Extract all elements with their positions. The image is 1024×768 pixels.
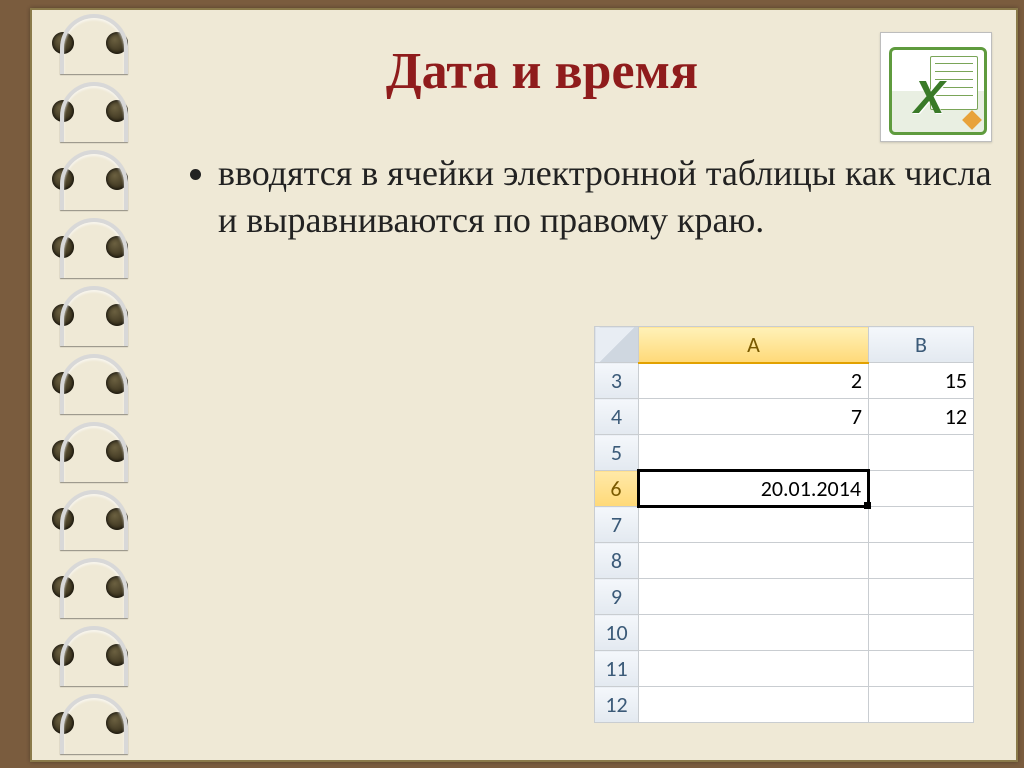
slide-title: Дата и время <box>192 42 892 101</box>
row-header: 11 <box>595 651 639 687</box>
excel-corner-flap <box>962 110 982 130</box>
select-all-corner <box>595 327 639 363</box>
row-header-active: 6 <box>595 471 639 507</box>
slide-body: вводятся в ячейки электронной таблицы ка… <box>182 150 1002 244</box>
column-header-B: B <box>869 327 974 363</box>
cell-B8 <box>869 543 974 579</box>
row-header: 10 <box>595 615 639 651</box>
bullet-item: вводятся в ячейки электронной таблицы ка… <box>218 150 1002 244</box>
row-header: 5 <box>595 435 639 471</box>
cell-A8 <box>639 543 869 579</box>
cell-B3: 15 <box>869 363 974 399</box>
slide-page: X Дата и время вводятся в ячейки электро… <box>30 8 1018 762</box>
row-header: 12 <box>595 687 639 723</box>
cell-A6-active: 20.01.2014 <box>639 471 869 507</box>
excel-book-shape: X <box>889 47 987 135</box>
cell-A12 <box>639 687 869 723</box>
row-header: 7 <box>595 507 639 543</box>
cell-B5 <box>869 435 974 471</box>
spreadsheet-screenshot: A B 3 2 15 4 7 12 5 6 20.01.2014 7 <box>594 326 974 723</box>
cell-A5 <box>639 435 869 471</box>
cell-B12 <box>869 687 974 723</box>
cell-B6 <box>869 471 974 507</box>
cell-B7 <box>869 507 974 543</box>
excel-icon: X <box>880 32 992 142</box>
row-header: 8 <box>595 543 639 579</box>
excel-x-letter: X <box>914 70 945 124</box>
row-header: 4 <box>595 399 639 435</box>
cell-A10 <box>639 615 869 651</box>
row-header: 9 <box>595 579 639 615</box>
cell-A11 <box>639 651 869 687</box>
cell-B9 <box>869 579 974 615</box>
column-header-A: A <box>639 327 869 363</box>
cell-A9 <box>639 579 869 615</box>
cell-B4: 12 <box>869 399 974 435</box>
cell-A7 <box>639 507 869 543</box>
cell-B10 <box>869 615 974 651</box>
row-header: 3 <box>595 363 639 399</box>
cell-A4: 7 <box>639 399 869 435</box>
cell-B11 <box>869 651 974 687</box>
cell-A3: 2 <box>639 363 869 399</box>
